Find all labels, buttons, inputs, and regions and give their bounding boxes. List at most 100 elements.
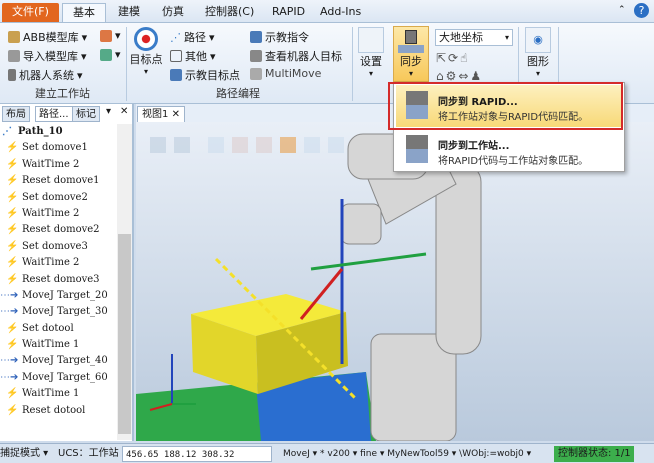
close-tab-icon[interactable]: ✕: [172, 109, 180, 120]
teach-target-button[interactable]: 示教目标点: [170, 67, 240, 83]
jog-tools[interactable]: ⌂⚙⇔♟: [436, 69, 483, 83]
path-tree: ⋰ Path_10 ⚡ Set domove1 ⚡ WaitTime 2 ⚡ Reset d…: [0, 124, 118, 419]
label: WaitTime 2: [22, 207, 80, 219]
label: 目标点: [129, 53, 163, 66]
label: 同步: [400, 55, 422, 68]
graphics-button[interactable]: ◉ 图形 ▾: [522, 27, 554, 78]
label: MultiMove: [265, 67, 322, 80]
tree-item[interactable]: ⋯➔ MoveJ Target_40: [0, 353, 118, 369]
settings-button[interactable]: 设置 ▾: [356, 27, 386, 78]
multimove-icon: [250, 67, 262, 80]
tree-item[interactable]: ⚡ Reset domove1: [0, 173, 118, 189]
abb-library-button[interactable]: ABB模型库 ▾: [8, 29, 87, 45]
divider: [352, 27, 353, 101]
menu-item-sync-to-station[interactable]: 同步到工作站... 将RAPID代码与工作站对象匹配。: [396, 129, 622, 171]
tree-item[interactable]: ⚡ WaitTime 1: [0, 386, 118, 402]
tree-item[interactable]: ⚡ WaitTime 2: [0, 206, 118, 222]
tree-item[interactable]: ⚡ WaitTime 2: [0, 255, 118, 271]
tab-rapid[interactable]: RAPID: [262, 3, 315, 22]
label: WaitTime 1: [22, 339, 80, 351]
minimize-ribbon-icon[interactable]: ⌃: [618, 5, 626, 15]
tree-item[interactable]: ⋯➔ MoveJ Target_60: [0, 370, 118, 386]
path-icon: ⋰: [170, 30, 181, 44]
scrollbar-thumb[interactable]: [118, 234, 131, 434]
tab-paths[interactable]: 路径...: [35, 106, 73, 122]
teach-instruction-button[interactable]: 示教指令: [250, 29, 309, 45]
teach-instruction-icon: [250, 31, 262, 43]
ucs-label: UCS：工作站: [58, 448, 119, 459]
action-instruction-icon: ⚡: [6, 388, 19, 400]
tab-modeling[interactable]: 建模: [108, 3, 150, 22]
label: WaitTime 1: [22, 388, 80, 400]
tree-item[interactable]: ⚡ WaitTime 1: [0, 337, 118, 353]
tree-item[interactable]: ⚡ Set domove2: [0, 190, 118, 206]
coordinates-readout: 456.65 188.12 308.32: [122, 446, 272, 462]
tree-item[interactable]: ⚡ Set domove3: [0, 239, 118, 255]
snap-mode-dropdown[interactable]: 捕捉模式 ▾: [0, 446, 48, 462]
group-label-station: 建立工作站: [35, 87, 90, 100]
frame-button[interactable]: ▾: [100, 48, 121, 61]
label: MoveJ Target_60: [22, 371, 108, 383]
view-robot-targets-button[interactable]: 查看机器人目标: [250, 48, 342, 64]
description: 将RAPID代码与工作站对象匹配。: [438, 156, 589, 167]
reference-frame-select[interactable]: 大地坐标 ▾: [435, 29, 513, 46]
label: Set dotool: [22, 322, 74, 334]
label: MoveJ Target_30: [22, 306, 108, 318]
help-icon[interactable]: ?: [634, 3, 649, 18]
multimove-button[interactable]: MultiMove: [250, 67, 321, 80]
tree-item[interactable]: ⚡ WaitTime 2: [0, 157, 118, 173]
path-button[interactable]: ⋰ 路径 ▾: [170, 29, 215, 45]
import-geometry-button[interactable]: ▾: [100, 29, 121, 42]
label: 视图1: [142, 109, 169, 120]
target-icon: [134, 27, 158, 51]
label: 大地坐标: [439, 31, 483, 44]
tab-view1[interactable]: 视图1 ✕: [137, 106, 185, 122]
action-instruction-icon: ⚡: [6, 224, 19, 236]
panel-menu-icon[interactable]: ▾: [106, 106, 111, 117]
action-instruction-icon: ⚡: [6, 158, 19, 170]
action-instruction-icon: ⚡: [6, 322, 19, 334]
robot-icon: [8, 69, 16, 81]
instruction-settings[interactable]: MoveJ ▾ * v200 ▾ fine ▾ MyNewTool59 ▾ \W…: [283, 446, 531, 462]
sync-button[interactable]: 同步 ▾: [393, 26, 429, 82]
label: 图形: [527, 55, 549, 68]
tab-controller[interactable]: 控制器(C): [195, 3, 264, 22]
path-root[interactable]: ⋰ Path_10: [0, 124, 118, 140]
sync-to-station-icon: [406, 135, 428, 163]
robot-system-button[interactable]: 机器人系统 ▾: [8, 67, 83, 83]
move-instruction-icon: ⋯➔: [0, 355, 19, 367]
tree-item[interactable]: ⋯➔ MoveJ Target_20: [0, 288, 118, 304]
geometry-icon: [100, 29, 112, 42]
tab-basic[interactable]: 基本: [62, 3, 106, 22]
label: 同步到工作站...: [438, 141, 510, 152]
tree-item[interactable]: ⚡ Set domove1: [0, 140, 118, 156]
tab-file[interactable]: 文件(F): [2, 3, 59, 22]
import-library-button[interactable]: 导入模型库 ▾: [8, 48, 87, 64]
tree-item[interactable]: ⚡ Reset domove2: [0, 222, 118, 238]
action-instruction-icon: ⚡: [6, 240, 19, 252]
tree-item[interactable]: ⚡ Reset dotool: [0, 403, 118, 419]
tree-scrollbar[interactable]: [117, 124, 132, 440]
other-icon: [170, 50, 182, 62]
close-panel-icon[interactable]: ✕: [120, 106, 128, 117]
tree-item[interactable]: ⚡ Set dotool: [0, 321, 118, 337]
path-icon: ⋰: [2, 126, 12, 137]
target-button[interactable]: 目标点 ▾: [128, 27, 164, 76]
tab-addins[interactable]: Add-Ins: [310, 3, 371, 22]
label: 路径: [184, 31, 206, 44]
tree-item[interactable]: ⚡ Reset domove3: [0, 272, 118, 288]
action-instruction-icon: ⚡: [6, 339, 19, 351]
label: Set domove1: [22, 142, 88, 154]
label: MoveJ Target_20: [22, 289, 108, 301]
freehand-tools[interactable]: ⇱⟳☝: [436, 51, 469, 65]
tab-tags[interactable]: 标记: [72, 106, 100, 122]
tree-item[interactable]: ⋯➔ MoveJ Target_30: [0, 304, 118, 320]
toolbar-icons[interactable]: [150, 137, 370, 153]
tab-layout[interactable]: 布局: [2, 106, 30, 122]
eye-icon: ◉: [525, 27, 551, 53]
other-button[interactable]: 其他 ▾: [170, 48, 216, 64]
label: 示教目标点: [185, 69, 240, 82]
move-instruction-icon: ⋯➔: [0, 306, 19, 318]
tab-simulation[interactable]: 仿真: [152, 3, 194, 22]
action-instruction-icon: ⚡: [6, 142, 19, 154]
